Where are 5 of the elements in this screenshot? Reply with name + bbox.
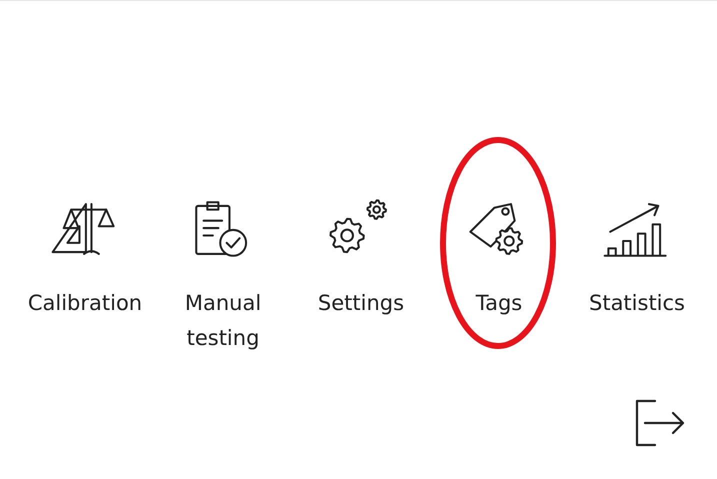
menu-tile[interactable]: Settings	[292, 194, 430, 321]
menu-tile[interactable]: Statistics	[568, 194, 706, 321]
menu-tile[interactable]: Calibration	[16, 194, 154, 321]
menu-tile[interactable]: Tags	[430, 194, 568, 321]
menu-tile[interactable]: Manual testing	[154, 194, 292, 356]
